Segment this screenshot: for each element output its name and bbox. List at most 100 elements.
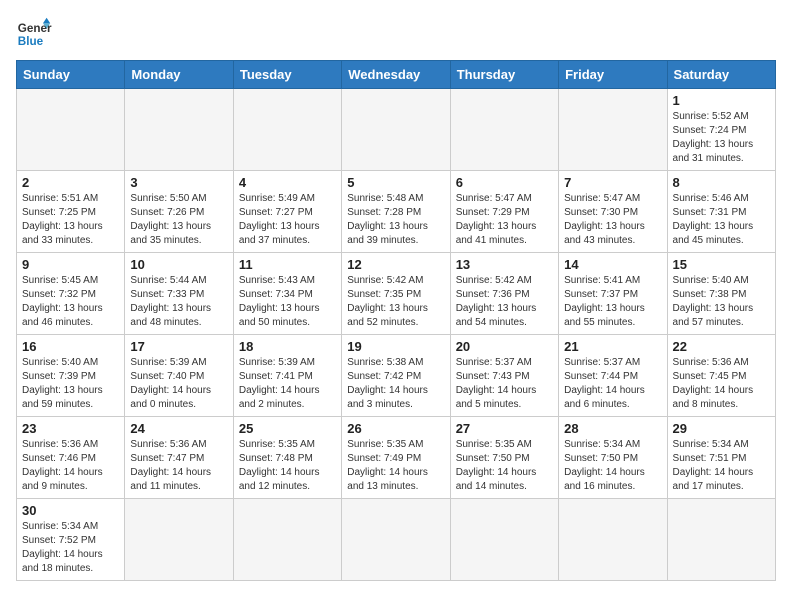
calendar-cell: 25Sunrise: 5:35 AM Sunset: 7:48 PM Dayli…	[233, 417, 341, 499]
day-info: Sunrise: 5:41 AM Sunset: 7:37 PM Dayligh…	[564, 274, 661, 330]
day-number: 19	[347, 339, 444, 354]
day-info: Sunrise: 5:52 AM Sunset: 7:24 PM Dayligh…	[673, 110, 770, 166]
day-number: 17	[130, 339, 227, 354]
day-info: Sunrise: 5:50 AM Sunset: 7:26 PM Dayligh…	[130, 192, 227, 248]
day-info: Sunrise: 5:39 AM Sunset: 7:40 PM Dayligh…	[130, 356, 227, 412]
day-info: Sunrise: 5:45 AM Sunset: 7:32 PM Dayligh…	[22, 274, 119, 330]
calendar-cell: 8 Sunrise: 5:46 AM Sunset: 7:31 PM Daylig…	[667, 171, 775, 253]
calendar-cell: 18 Sunrise: 5:39 AM Sunset: 7:41 PM Dayli…	[233, 335, 341, 417]
day-info: Sunrise: 5:48 AM Sunset: 7:28 PM Dayligh…	[347, 192, 444, 248]
day-info: Sunrise: 5:40 AM Sunset: 7:38 PM Dayligh…	[673, 274, 770, 330]
day-number: 27	[456, 421, 553, 436]
calendar-cell	[233, 89, 341, 171]
day-number: 3	[130, 175, 227, 190]
day-number: 30	[22, 503, 119, 518]
calendar-cell	[342, 89, 450, 171]
day-info: Sunrise: 5:44 AM Sunset: 7:33 PM Dayligh…	[130, 274, 227, 330]
calendar-cell: 12Sunrise: 5:42 AM Sunset: 7:35 PM Dayli…	[342, 253, 450, 335]
calendar-cell	[233, 499, 341, 581]
calendar-cell: 3 Sunrise: 5:50 AM Sunset: 7:26 PM Daylig…	[125, 171, 233, 253]
day-number: 13	[456, 257, 553, 272]
day-info: Sunrise: 5:36 AM Sunset: 7:45 PM Dayligh…	[673, 356, 770, 412]
calendar-cell: 14 Sunrise: 5:41 AM Sunset: 7:37 PM Dayli…	[559, 253, 667, 335]
day-info: Sunrise: 5:34 AM Sunset: 7:52 PM Dayligh…	[22, 520, 119, 576]
day-info: Sunrise: 5:36 AM Sunset: 7:47 PM Dayligh…	[130, 438, 227, 494]
day-number: 5	[347, 175, 444, 190]
calendar-cell	[17, 89, 125, 171]
day-number: 7	[564, 175, 661, 190]
day-info: Sunrise: 5:37 AM Sunset: 7:44 PM Dayligh…	[564, 356, 661, 412]
day-info: Sunrise: 5:43 AM Sunset: 7:34 PM Dayligh…	[239, 274, 336, 330]
weekday-header-thursday: Thursday	[450, 61, 558, 89]
calendar-table: SundayMondayTuesdayWednesdayThursdayFrid…	[16, 60, 776, 581]
day-number: 14	[564, 257, 661, 272]
day-info: Sunrise: 5:35 AM Sunset: 7:50 PM Dayligh…	[456, 438, 553, 494]
day-info: Sunrise: 5:42 AM Sunset: 7:36 PM Dayligh…	[456, 274, 553, 330]
logo: General Blue	[16, 16, 52, 52]
day-info: Sunrise: 5:42 AM Sunset: 7:35 PM Dayligh…	[347, 274, 444, 330]
day-info: Sunrise: 5:39 AM Sunset: 7:41 PM Dayligh…	[239, 356, 336, 412]
day-number: 2	[22, 175, 119, 190]
calendar-cell: 5 Sunrise: 5:48 AM Sunset: 7:28 PM Daylig…	[342, 171, 450, 253]
day-number: 29	[673, 421, 770, 436]
calendar-cell	[342, 499, 450, 581]
day-info: Sunrise: 5:36 AM Sunset: 7:46 PM Dayligh…	[22, 438, 119, 494]
calendar-cell	[559, 89, 667, 171]
weekday-header-friday: Friday	[559, 61, 667, 89]
calendar-cell: 20Sunrise: 5:37 AM Sunset: 7:43 PM Dayli…	[450, 335, 558, 417]
day-info: Sunrise: 5:34 AM Sunset: 7:51 PM Dayligh…	[673, 438, 770, 494]
day-number: 15	[673, 257, 770, 272]
calendar-cell: 2 Sunrise: 5:51 AM Sunset: 7:25 PM Daylig…	[17, 171, 125, 253]
day-number: 11	[239, 257, 336, 272]
page-header: General Blue	[16, 16, 776, 52]
calendar-cell: 29 Sunrise: 5:34 AM Sunset: 7:51 PM Dayli…	[667, 417, 775, 499]
svg-text:Blue: Blue	[18, 35, 44, 48]
day-info: Sunrise: 5:47 AM Sunset: 7:30 PM Dayligh…	[564, 192, 661, 248]
day-number: 8	[673, 175, 770, 190]
calendar-cell: 1Sunrise: 5:52 AM Sunset: 7:24 PM Daylig…	[667, 89, 775, 171]
day-info: Sunrise: 5:37 AM Sunset: 7:43 PM Dayligh…	[456, 356, 553, 412]
day-info: Sunrise: 5:46 AM Sunset: 7:31 PM Dayligh…	[673, 192, 770, 248]
day-number: 28	[564, 421, 661, 436]
calendar-cell: 16 Sunrise: 5:40 AM Sunset: 7:39 PM Dayli…	[17, 335, 125, 417]
calendar-cell	[125, 499, 233, 581]
day-info: Sunrise: 5:38 AM Sunset: 7:42 PM Dayligh…	[347, 356, 444, 412]
day-info: Sunrise: 5:35 AM Sunset: 7:48 PM Dayligh…	[239, 438, 336, 494]
calendar-cell: 7 Sunrise: 5:47 AM Sunset: 7:30 PM Daylig…	[559, 171, 667, 253]
day-info: Sunrise: 5:34 AM Sunset: 7:50 PM Dayligh…	[564, 438, 661, 494]
calendar-cell: 27 Sunrise: 5:35 AM Sunset: 7:50 PM Dayli…	[450, 417, 558, 499]
day-number: 18	[239, 339, 336, 354]
day-info: Sunrise: 5:49 AM Sunset: 7:27 PM Dayligh…	[239, 192, 336, 248]
calendar-cell	[667, 499, 775, 581]
calendar-cell: 11 Sunrise: 5:43 AM Sunset: 7:34 PM Dayli…	[233, 253, 341, 335]
weekday-header-tuesday: Tuesday	[233, 61, 341, 89]
day-number: 21	[564, 339, 661, 354]
calendar-cell	[450, 89, 558, 171]
calendar-cell: 23Sunrise: 5:36 AM Sunset: 7:46 PM Dayli…	[17, 417, 125, 499]
day-info: Sunrise: 5:35 AM Sunset: 7:49 PM Dayligh…	[347, 438, 444, 494]
weekday-header-sunday: Sunday	[17, 61, 125, 89]
calendar-cell: 19 Sunrise: 5:38 AM Sunset: 7:42 PM Dayli…	[342, 335, 450, 417]
calendar-cell: 26 Sunrise: 5:35 AM Sunset: 7:49 PM Dayli…	[342, 417, 450, 499]
day-number: 6	[456, 175, 553, 190]
day-number: 26	[347, 421, 444, 436]
day-info: Sunrise: 5:51 AM Sunset: 7:25 PM Dayligh…	[22, 192, 119, 248]
calendar-cell: 21 Sunrise: 5:37 AM Sunset: 7:44 PM Dayli…	[559, 335, 667, 417]
calendar-cell: 9Sunrise: 5:45 AM Sunset: 7:32 PM Daylig…	[17, 253, 125, 335]
calendar-cell: 15 Sunrise: 5:40 AM Sunset: 7:38 PM Dayli…	[667, 253, 775, 335]
day-number: 10	[130, 257, 227, 272]
calendar-cell: 13 Sunrise: 5:42 AM Sunset: 7:36 PM Dayli…	[450, 253, 558, 335]
day-number: 24	[130, 421, 227, 436]
day-number: 4	[239, 175, 336, 190]
day-number: 16	[22, 339, 119, 354]
calendar-cell: 28 Sunrise: 5:34 AM Sunset: 7:50 PM Dayli…	[559, 417, 667, 499]
weekday-header-monday: Monday	[125, 61, 233, 89]
day-info: Sunrise: 5:40 AM Sunset: 7:39 PM Dayligh…	[22, 356, 119, 412]
calendar-cell	[450, 499, 558, 581]
day-number: 22	[673, 339, 770, 354]
weekday-header-saturday: Saturday	[667, 61, 775, 89]
logo-icon: General Blue	[16, 16, 52, 52]
calendar-cell	[559, 499, 667, 581]
calendar-cell: 30 Sunrise: 5:34 AM Sunset: 7:52 PM Dayli…	[17, 499, 125, 581]
day-info: Sunrise: 5:47 AM Sunset: 7:29 PM Dayligh…	[456, 192, 553, 248]
